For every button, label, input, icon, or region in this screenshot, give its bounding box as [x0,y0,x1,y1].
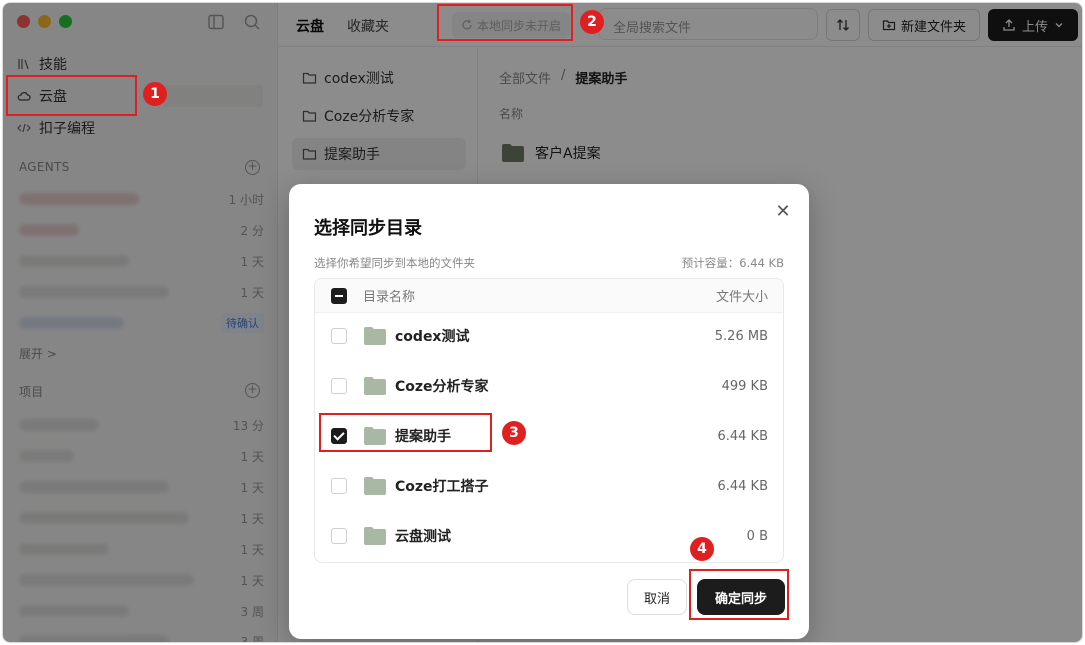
select-all-checkbox[interactable] [331,287,347,304]
row-checkbox[interactable] [331,478,347,494]
annotation-badge-1: 1 [143,82,167,106]
annotation-box-4 [689,569,789,620]
row-checkbox[interactable] [331,528,347,544]
estimated-capacity: 预计容量：6.44 KB [681,256,784,270]
column-header-size: 文件大小 [715,290,768,305]
table-row[interactable]: codex测试 5.26 MB [315,311,783,361]
row-checkbox[interactable] [331,328,347,344]
annotation-badge-3: 3 [502,421,526,445]
row-checkbox[interactable] [331,378,347,394]
table-row[interactable]: Coze分析专家 499 KB [315,361,783,411]
cancel-button[interactable]: 取消 [627,579,687,615]
folder-icon [364,377,386,395]
annotation-badge-2: 2 [580,10,604,34]
annotation-box-2 [437,4,573,41]
folder-icon [364,527,386,545]
dialog-title: 选择同步目录 [314,218,422,239]
close-icon[interactable]: ✕ [773,202,793,222]
folder-icon [364,477,386,495]
annotation-box-3 [319,413,492,452]
dialog-subtitle: 选择你希望同步到本地的文件夹 [314,256,475,270]
table-header: 目录名称 文件大小 [315,279,783,313]
table-row[interactable]: Coze打工搭子 6.44 KB [315,461,783,511]
column-header-directory: 目录名称 [363,290,416,305]
folder-icon [364,327,386,345]
annotation-badge-4: 4 [690,537,714,561]
annotation-box-1 [6,75,137,116]
